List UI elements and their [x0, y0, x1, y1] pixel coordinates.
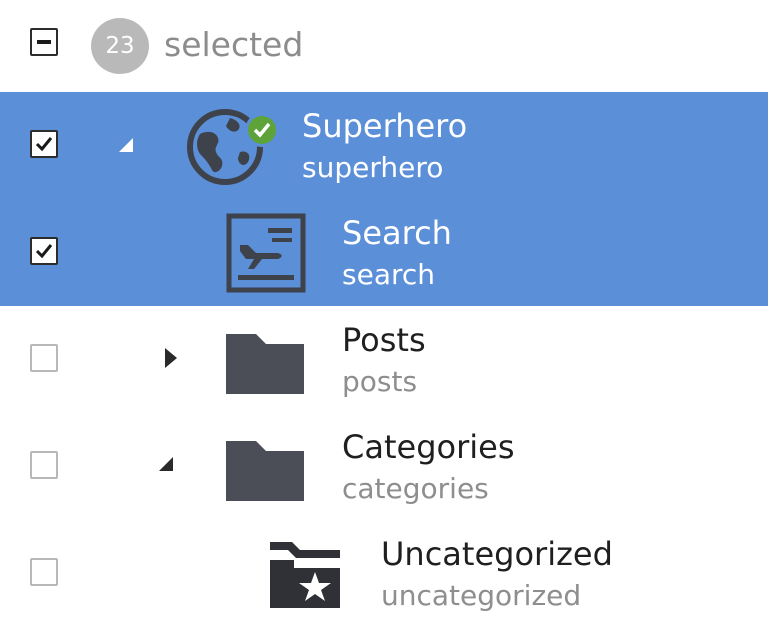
document-tree: 23 selected Superhero superhero Search s… — [0, 0, 768, 624]
node-subtitle: search — [342, 258, 436, 291]
collapse-toggle-icon[interactable] — [157, 455, 175, 477]
tree-node-search[interactable]: Search search — [0, 199, 768, 306]
node-title: Posts — [342, 321, 426, 359]
globe-icon — [186, 108, 284, 190]
selection-header: 23 selected — [0, 0, 768, 92]
node-checkbox[interactable] — [30, 130, 58, 158]
tree-node-categories[interactable]: Categories categories — [0, 413, 768, 520]
selected-label: selected — [164, 25, 304, 64]
starred-folder-icon — [266, 538, 346, 616]
node-checkbox[interactable] — [30, 558, 58, 586]
checkmark-icon — [35, 244, 53, 259]
tree-node-uncategorized[interactable]: Uncategorized uncategorized — [0, 520, 768, 624]
selected-count-badge: 23 — [91, 18, 149, 74]
node-title: Categories — [342, 428, 515, 466]
search-page-icon — [226, 213, 306, 297]
node-checkbox[interactable] — [30, 344, 58, 372]
node-title: Uncategorized — [381, 535, 613, 573]
node-title: Superhero — [302, 107, 468, 145]
node-checkbox[interactable] — [30, 237, 58, 265]
checkmark-icon — [35, 137, 53, 152]
expand-toggle-icon[interactable] — [163, 346, 179, 374]
node-subtitle: posts — [342, 365, 418, 398]
collapse-toggle-icon[interactable] — [117, 136, 135, 158]
node-subtitle: superhero — [302, 151, 444, 184]
node-subtitle: uncategorized — [381, 579, 582, 612]
node-subtitle: categories — [342, 472, 489, 505]
indeterminate-mark — [37, 40, 51, 44]
status-ok-icon — [245, 113, 279, 147]
tree-node-superhero[interactable]: Superhero superhero — [0, 92, 768, 199]
node-checkbox[interactable] — [30, 451, 58, 479]
folder-icon — [226, 435, 306, 507]
select-all-checkbox[interactable] — [30, 28, 58, 56]
folder-icon — [226, 328, 306, 400]
node-title: Search — [342, 214, 452, 252]
tree-node-posts[interactable]: Posts posts — [0, 306, 768, 413]
